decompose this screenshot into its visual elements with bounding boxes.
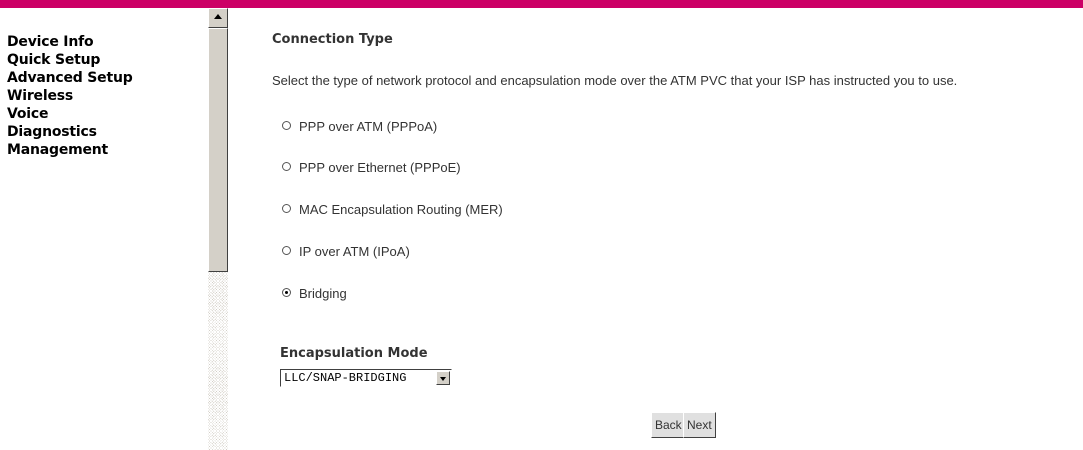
page-description: Select the type of network protocol and … (272, 73, 958, 88)
encapsulation-mode-select[interactable]: LLC/SNAP-BRIDGING (280, 369, 452, 387)
sidebar-item-quick-setup[interactable]: Quick Setup (7, 51, 133, 69)
option-label: Bridging (299, 286, 347, 301)
sidebar-item-device-info[interactable]: Device Info (7, 33, 133, 51)
radio-icon[interactable] (282, 246, 291, 256)
encapsulation-mode-label: Encapsulation Mode (280, 346, 428, 361)
option-label: IP over ATM (IPoA) (299, 244, 410, 259)
page-title: Connection Type (272, 32, 393, 47)
sidebar-item-wireless[interactable]: Wireless (7, 87, 133, 105)
next-button[interactable]: Next (683, 412, 716, 438)
sidebar-item-voice[interactable]: Voice (7, 105, 133, 123)
option-bridging[interactable]: Bridging (282, 286, 347, 301)
select-value: LLC/SNAP-BRIDGING (284, 371, 407, 385)
sidebar: Device Info Quick Setup Advanced Setup W… (0, 8, 208, 450)
option-label: MAC Encapsulation Routing (MER) (299, 202, 503, 217)
sidebar-item-management[interactable]: Management (7, 141, 133, 159)
sidebar-item-diagnostics[interactable]: Diagnostics (7, 123, 133, 141)
radio-icon[interactable] (282, 162, 291, 172)
radio-icon[interactable] (282, 121, 291, 131)
top-brand-bar (0, 0, 1083, 8)
option-label: PPP over ATM (PPPoA) (299, 119, 438, 134)
back-button[interactable]: Back (651, 412, 686, 438)
up-arrow-icon (214, 14, 222, 19)
option-pppoe[interactable]: PPP over Ethernet (PPPoE) (282, 160, 461, 175)
scrollbar-thumb[interactable] (208, 28, 228, 272)
option-pppoa[interactable]: PPP over ATM (PPPoA) (282, 119, 437, 134)
radio-selected-icon[interactable] (282, 288, 291, 298)
option-label: PPP over Ethernet (PPPoE) (299, 160, 461, 175)
scroll-up-button[interactable] (208, 8, 228, 28)
sidebar-nav: Device Info Quick Setup Advanced Setup W… (7, 33, 133, 159)
sidebar-item-advanced-setup[interactable]: Advanced Setup (7, 69, 133, 87)
radio-icon[interactable] (282, 204, 291, 214)
option-mer[interactable]: MAC Encapsulation Routing (MER) (282, 202, 503, 217)
sidebar-scrollbar[interactable] (208, 8, 228, 450)
option-ipoa[interactable]: IP over ATM (IPoA) (282, 244, 410, 259)
chevron-down-icon (440, 377, 446, 381)
dropdown-button[interactable] (436, 371, 450, 385)
main-content: Connection Type Select the type of netwo… (272, 8, 1083, 450)
